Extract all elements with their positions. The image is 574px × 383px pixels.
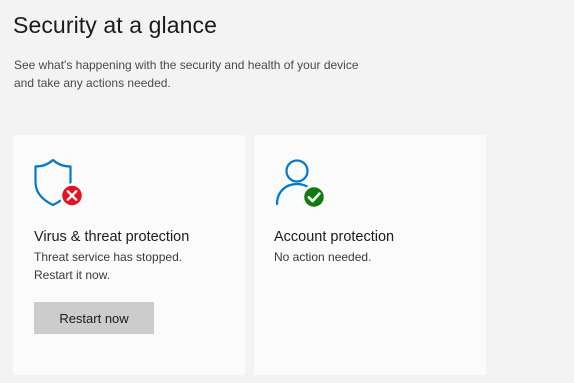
page-description-line-2: and take any actions needed. (14, 76, 171, 90)
page-description: See what's happening with the security a… (14, 56, 414, 92)
account-protection-card[interactable]: Account protection No action needed. (254, 135, 486, 375)
card-status-line-1: No action needed. (274, 250, 372, 264)
virus-threat-protection-card[interactable]: Virus & threat protection Threat service… (13, 135, 245, 375)
restart-now-button[interactable]: Restart now (34, 302, 154, 334)
page-title: Security at a glance (13, 12, 218, 38)
person-icon (275, 159, 327, 210)
card-title: Account protection (274, 229, 395, 245)
card-status-line-2: Restart it now. (34, 268, 111, 282)
shield-icon (34, 158, 85, 208)
card-status-line-1: Threat service has stopped. (34, 250, 183, 264)
card-status: No action needed. (274, 248, 474, 266)
card-status: Threat service has stopped. Restart it n… (34, 248, 234, 284)
error-x-badge (59, 183, 85, 208)
page-description-line-1: See what's happening with the security a… (14, 58, 359, 72)
card-title: Virus & threat protection (34, 229, 190, 245)
check-badge (301, 184, 327, 210)
